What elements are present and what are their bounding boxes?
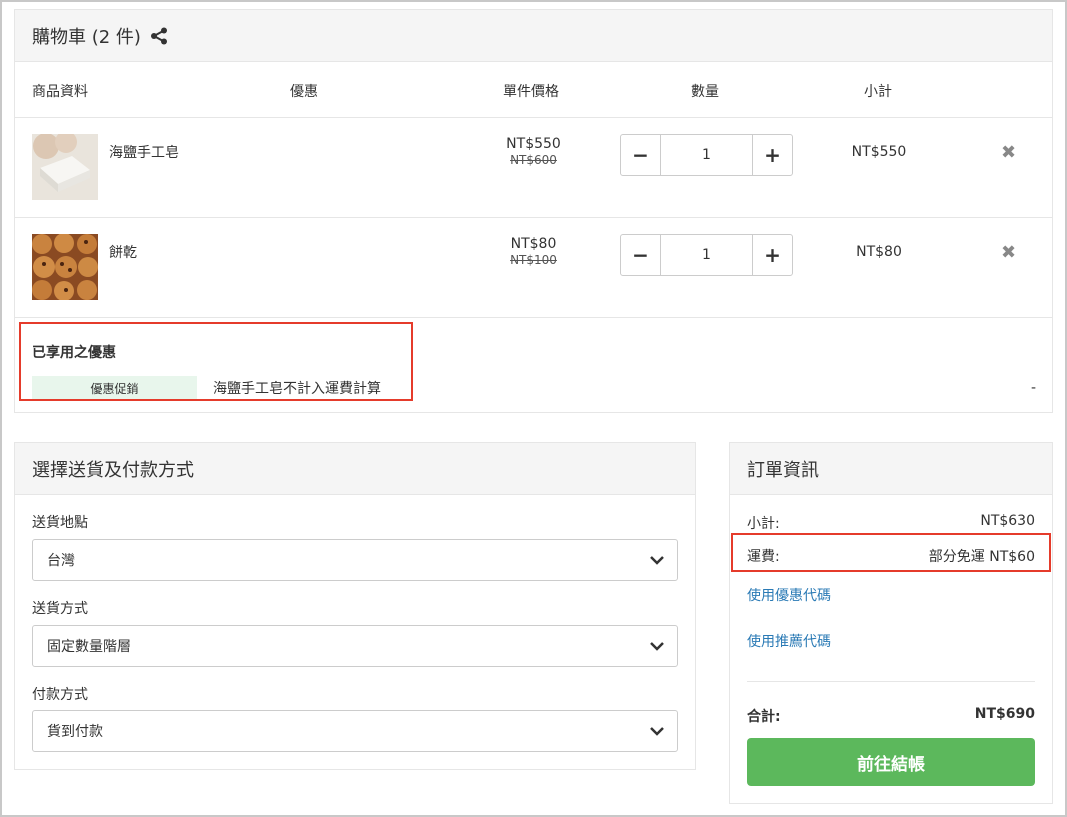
order-summary-panel: 訂單資訊 小計: NT$630 運費: 部分免運 NT$60 使用優惠代碼 使用… bbox=[729, 442, 1053, 804]
decrease-quantity-button[interactable]: − bbox=[621, 135, 661, 175]
close-icon[interactable]: ✖ bbox=[1001, 142, 1016, 163]
item-subtotal: NT$80 bbox=[856, 244, 902, 260]
payment-method-label: 付款方式 bbox=[32, 687, 88, 703]
cart-column-headers: 商品資料 優惠 單件價格 數量 小計 bbox=[15, 62, 1052, 118]
increase-quantity-button[interactable]: + bbox=[752, 135, 792, 175]
shipping-highlight-box bbox=[731, 533, 1051, 572]
product-name[interactable]: 海鹽手工皂 bbox=[109, 142, 179, 162]
column-unit-price: 單件價格 bbox=[503, 84, 559, 100]
chevron-down-icon bbox=[650, 727, 664, 736]
product-image-soap[interactable] bbox=[32, 134, 98, 200]
promo-value: - bbox=[1030, 380, 1036, 396]
referral-code-link[interactable]: 使用推薦代碼 bbox=[747, 631, 831, 651]
shipping-method-select[interactable]: 固定數量階層 bbox=[32, 625, 678, 667]
close-icon[interactable]: ✖ bbox=[1001, 242, 1016, 263]
increase-quantity-button[interactable]: + bbox=[752, 235, 792, 275]
column-subtotal: 小計 bbox=[864, 84, 892, 100]
payment-method-value: 貨到付款 bbox=[47, 724, 103, 740]
sale-price: NT$550 bbox=[506, 136, 561, 152]
order-title: 訂單資訊 bbox=[730, 443, 1052, 495]
subtotal-label: 小計: bbox=[747, 516, 780, 532]
column-quantity: 數量 bbox=[691, 84, 719, 100]
promo-highlight-box bbox=[19, 322, 413, 401]
location-label: 送貨地點 bbox=[32, 515, 88, 531]
quantity-value[interactable]: 1 bbox=[661, 135, 752, 175]
shipping-method-value: 固定數量階層 bbox=[47, 639, 131, 655]
cart-title: 購物車 (2 件) bbox=[32, 26, 141, 48]
quantity-stepper: − 1 + bbox=[620, 134, 793, 176]
quantity-value[interactable]: 1 bbox=[661, 235, 752, 275]
order-divider bbox=[747, 681, 1035, 682]
cart-item-row: 餅乾 NT$80 NT$100 − 1 + NT$80 ✖ bbox=[15, 218, 1052, 318]
decrease-quantity-button[interactable]: − bbox=[621, 235, 661, 275]
unit-price: NT$550 NT$600 bbox=[455, 136, 612, 167]
checkout-button[interactable]: 前往結帳 bbox=[747, 738, 1035, 786]
product-image-cookies[interactable] bbox=[32, 234, 98, 300]
original-price: NT$600 bbox=[510, 153, 557, 167]
cart-item-row: 海鹽手工皂 NT$550 NT$600 − 1 + NT$550 ✖ bbox=[15, 118, 1052, 218]
total-value: NT$690 bbox=[974, 706, 1035, 722]
quantity-stepper: − 1 + bbox=[620, 234, 793, 276]
original-price: NT$100 bbox=[510, 253, 557, 267]
coupon-code-link[interactable]: 使用優惠代碼 bbox=[747, 585, 831, 605]
share-icon[interactable] bbox=[149, 26, 169, 46]
total-line: 合計: NT$690 bbox=[747, 706, 1035, 726]
delivery-title: 選擇送貨及付款方式 bbox=[15, 443, 695, 495]
shipping-method-label: 送貨方式 bbox=[32, 601, 88, 617]
sale-price: NT$80 bbox=[510, 236, 557, 252]
product-name[interactable]: 餅乾 bbox=[109, 242, 137, 262]
column-discount: 優惠 bbox=[290, 84, 318, 100]
subtotal-line: 小計: NT$630 bbox=[747, 513, 1035, 533]
location-value: 台灣 bbox=[47, 553, 75, 569]
total-label: 合計: bbox=[747, 709, 781, 725]
location-select[interactable]: 台灣 bbox=[32, 539, 678, 581]
payment-method-select[interactable]: 貨到付款 bbox=[32, 710, 678, 752]
unit-price: NT$80 NT$100 bbox=[455, 236, 612, 267]
subtotal-value: NT$630 bbox=[980, 513, 1035, 529]
cart-header: 購物車 (2 件) bbox=[15, 10, 1052, 62]
item-subtotal: NT$550 bbox=[851, 144, 907, 160]
delivery-panel: 選擇送貨及付款方式 送貨地點 台灣 送貨方式 固定數量階層 付款方式 貨到付款 bbox=[14, 442, 696, 770]
column-product: 商品資料 bbox=[32, 84, 88, 100]
chevron-down-icon bbox=[650, 556, 664, 565]
chevron-down-icon bbox=[650, 642, 664, 651]
